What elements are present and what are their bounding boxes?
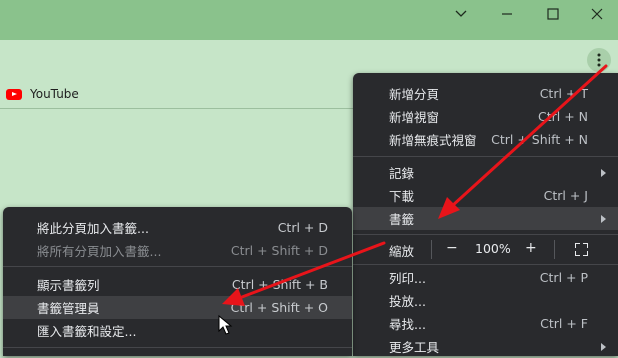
mouse-cursor-icon	[218, 314, 233, 335]
annotation-arrows	[218, 64, 608, 335]
annotation-arrow	[222, 241, 386, 306]
annotation-arrow	[438, 64, 608, 219]
